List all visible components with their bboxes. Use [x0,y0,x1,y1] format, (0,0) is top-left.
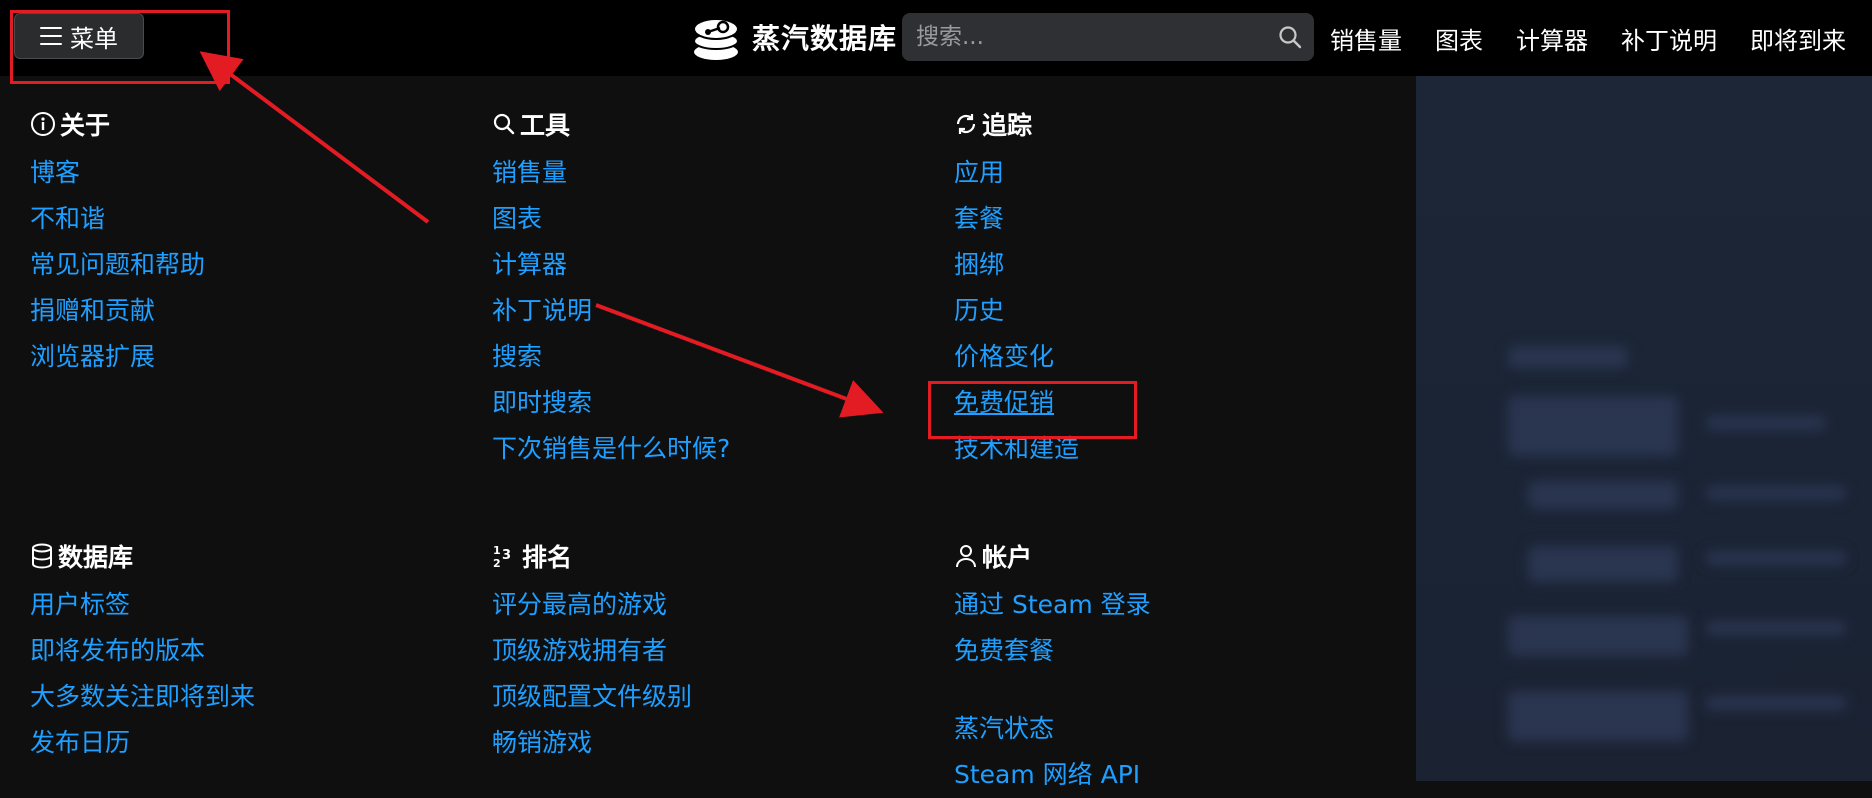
user-icon [956,545,976,568]
link-upcoming-releases[interactable]: 即将发布的版本 [30,628,450,674]
search-input[interactable] [902,13,1290,61]
section-account-title: 帐户 [982,543,1033,572]
nav-calculator[interactable]: 计算器 [1516,21,1588,56]
nav-charts[interactable]: 图表 [1435,21,1483,56]
link-top-profile-levels[interactable]: 顶级配置文件级别 [492,674,912,720]
section-rankings-heading: 1 2 3 排名 [492,538,912,574]
search-icon[interactable] [1278,25,1302,49]
link-bundles[interactable]: 捆绑 [954,242,1374,288]
link-packages[interactable]: 套餐 [954,196,1374,242]
brand-logo-link[interactable]: 蒸汽数据库 [690,12,897,62]
section-account-heading: 帐户 [954,538,1374,574]
top-nav: 销售量 图表 计算器 补丁说明 即将到来 [1330,0,1846,76]
account-spacer [954,674,1374,706]
section-about-title: 关于 [60,111,111,140]
info-icon [31,112,55,136]
brand-name: 蒸汽数据库 [752,22,898,55]
database-icon [32,543,52,569]
link-history[interactable]: 历史 [954,288,1374,334]
section-database: 数据库 用户标签 即将发布的版本 大多数关注即将到来 发布日历 [30,538,450,766]
link-steam-status[interactable]: 蒸汽状态 [954,706,1374,752]
steamdb-logo-icon [693,18,739,60]
section-rankings-title: 排名 [522,543,573,572]
ranking-icon: 1 2 3 [493,544,511,569]
link-user-tags[interactable]: 用户标签 [30,582,450,628]
section-tools-title: 工具 [520,111,571,140]
link-donate[interactable]: 捐赠和贡献 [30,288,450,334]
top-bar: 菜单 蒸汽数据库 销售量 图表 计算器 补丁说明 即将到来 [0,0,1872,76]
section-database-heading: 数据库 [30,538,450,574]
link-steam-web-api[interactable]: Steam 网络 API [954,752,1374,798]
link-top-sellers[interactable]: 畅销游戏 [492,720,912,766]
link-browser-extension[interactable]: 浏览器扩展 [30,334,450,380]
link-discord[interactable]: 不和谐 [30,196,450,242]
link-charts[interactable]: 图表 [492,196,912,242]
annotation-box-menu [10,10,230,84]
refresh-icon [956,114,976,134]
link-next-sale[interactable]: 下次销售是什么时候? [492,426,912,472]
section-tracking-heading: 追踪 [954,106,1374,142]
blurred-page-background [1416,76,1872,781]
svg-text:1: 1 [493,544,501,557]
link-price-changes[interactable]: 价格变化 [954,334,1374,380]
link-apps[interactable]: 应用 [954,150,1374,196]
nav-sales[interactable]: 销售量 [1330,21,1402,56]
link-search[interactable]: 搜索 [492,334,912,380]
link-top-owners[interactable]: 顶级游戏拥有者 [492,628,912,674]
section-tools-heading: 工具 [492,106,912,142]
nav-upcoming[interactable]: 即将到来 [1750,21,1846,56]
section-about: 关于 博客 不和谐 常见问题和帮助 捐赠和贡献 浏览器扩展 [30,106,450,380]
search-icon [493,113,515,135]
search-box [902,13,1314,61]
link-faq[interactable]: 常见问题和帮助 [30,242,450,288]
link-most-followed[interactable]: 大多数关注即将到来 [30,674,450,720]
section-tracking-title: 追踪 [982,111,1033,140]
link-free-packages[interactable]: 免费套餐 [954,628,1374,674]
link-calculator[interactable]: 计算器 [492,242,912,288]
main-menu-panel: 关于 博客 不和谐 常见问题和帮助 捐赠和贡献 浏览器扩展 工具 销售量 图表 … [0,76,1416,789]
link-patchnotes[interactable]: 补丁说明 [492,288,912,334]
section-database-title: 数据库 [58,543,134,572]
link-instant-search[interactable]: 即时搜索 [492,380,912,426]
link-sales[interactable]: 销售量 [492,150,912,196]
link-top-rated[interactable]: 评分最高的游戏 [492,582,912,628]
section-rankings: 1 2 3 排名 评分最高的游戏 顶级游戏拥有者 顶级配置文件级别 畅销游戏 [492,538,912,766]
link-blog[interactable]: 博客 [30,150,450,196]
link-steam-login[interactable]: 通过 Steam 登录 [954,582,1374,628]
section-about-heading: 关于 [30,106,450,142]
svg-text:2: 2 [493,557,501,569]
link-release-calendar[interactable]: 发布日历 [30,720,450,766]
section-tools: 工具 销售量 图表 计算器 补丁说明 搜索 即时搜索 下次销售是什么时候? [492,106,912,472]
nav-patchnotes[interactable]: 补丁说明 [1621,21,1717,56]
section-account: 帐户 通过 Steam 登录 免费套餐 蒸汽状态 Steam 网络 API [954,538,1374,798]
svg-text:3: 3 [502,548,511,563]
annotation-box-free-promotions [928,381,1137,439]
